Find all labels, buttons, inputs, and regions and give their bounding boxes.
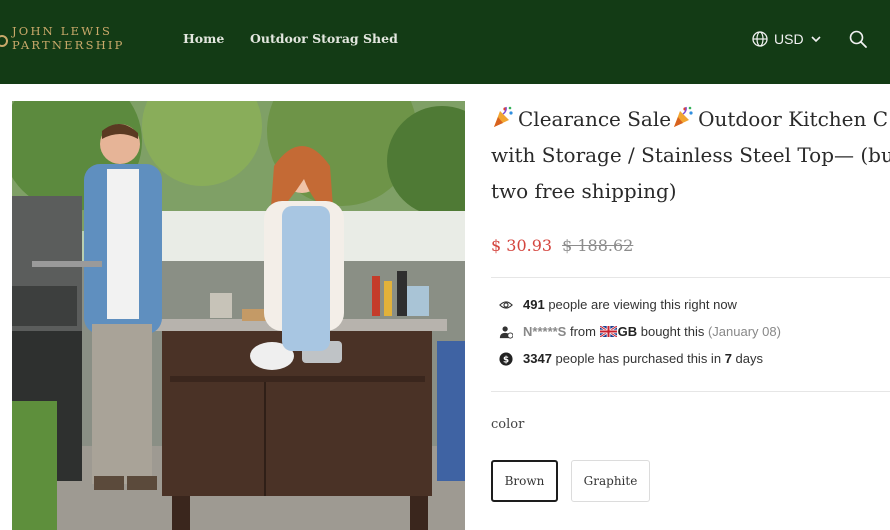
original-price: $ 188.62 — [562, 236, 634, 255]
purchased-days: 7 — [724, 351, 732, 366]
logo-line-1: JOHN LEWIS — [12, 24, 113, 38]
buyer-action: bought this — [640, 324, 705, 339]
eye-icon — [499, 300, 513, 309]
sale-price: $ 30.93 — [491, 236, 553, 255]
logo-line-2: PARTNERSHIP — [12, 38, 125, 52]
purchased-count-row: $ 3347 people has purchased this in 7 da… — [499, 351, 763, 366]
uk-flag-icon — [599, 326, 617, 337]
color-option-graphite[interactable]: Graphite — [571, 460, 650, 502]
search-icon[interactable] — [848, 29, 868, 49]
product-image[interactable] — [12, 101, 465, 530]
party-popper-icon — [674, 106, 693, 127]
buyer-from: from — [569, 324, 596, 339]
nav-outdoor-storage-link[interactable]: Outdoor Storag Shed — [250, 31, 398, 46]
color-option-label: color — [491, 417, 525, 432]
buyer-date: (January 08) — [707, 324, 781, 339]
recent-buyer-text: N*****S from GB bought this (January 08) — [523, 324, 781, 339]
viewing-now-row: 491 people are viewing this right now — [499, 297, 737, 312]
currency-selector[interactable]: USD — [752, 28, 822, 50]
color-option-brown[interactable]: Brown — [491, 460, 558, 502]
title-text-2: Outdoor Kitchen C — [698, 107, 889, 131]
logo-mark-icon — [0, 35, 8, 47]
svg-text:$: $ — [503, 355, 509, 365]
buyer-name: N*****S — [523, 324, 567, 339]
purchased-label-b: days — [735, 351, 764, 366]
currency-label: USD — [774, 31, 804, 47]
viewing-label: people are viewing this right now — [548, 297, 737, 312]
dollar-icon: $ — [499, 351, 513, 366]
viewing-count: 491 — [523, 297, 545, 312]
purchased-label-a: people has purchased this in — [555, 351, 722, 366]
divider — [491, 277, 890, 278]
chevron-down-icon — [810, 36, 821, 43]
divider — [491, 391, 890, 392]
buyer-country: GB — [617, 324, 638, 339]
viewing-text: 491 people are viewing this right now — [523, 297, 737, 312]
recent-buyer-row: N*****S from GB bought this (January 08) — [499, 324, 781, 339]
purchased-text: 3347 people has purchased this in 7 days — [523, 351, 763, 366]
nav-home-link[interactable]: Home — [183, 31, 224, 46]
title-text-1: Clearance Sale — [518, 107, 672, 131]
purchased-count: 3347 — [523, 351, 552, 366]
title-line-3: two free shipping) — [491, 179, 677, 203]
user-icon — [499, 325, 513, 339]
price-row: $ 30.93 $ 188.62 — [491, 236, 633, 255]
site-header: JOHN LEWIS PARTNERSHIP Home Outdoor Stor… — [0, 0, 890, 84]
product-photo-illustration — [12, 101, 465, 530]
product-title: Clearance Sale Outdoor Kitchen C with St… — [491, 101, 890, 209]
party-popper-icon — [494, 106, 513, 127]
globe-icon — [752, 31, 768, 47]
title-line-2: with Storage / Stainless Steel Top— (bu — [491, 143, 890, 167]
